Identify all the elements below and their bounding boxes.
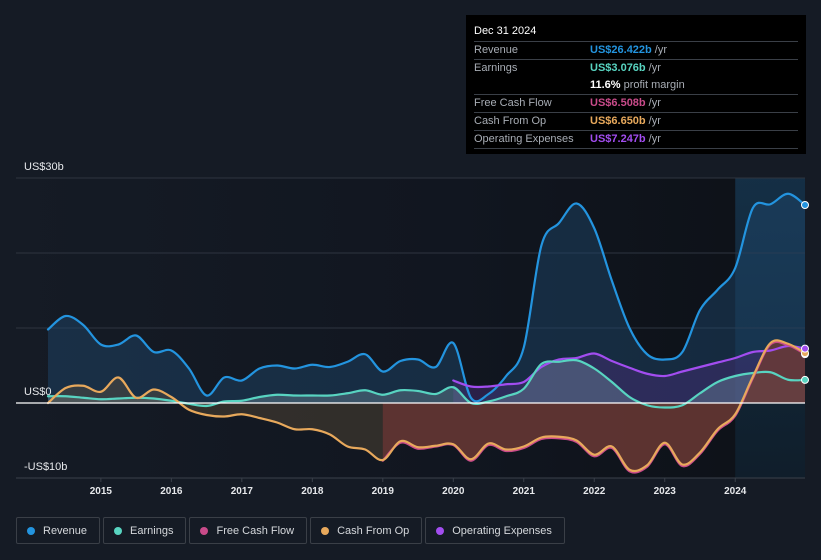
legend-item-cash-from-op[interactable]: Cash From Op (310, 517, 423, 544)
x-tick-label: 2024 (724, 486, 747, 497)
tooltip-row-profit-margin: 11.6% profit margin (474, 77, 798, 95)
tooltip-unit: /yr (654, 44, 667, 56)
profit-margin-text: profit margin (623, 79, 685, 91)
tooltip-unit: /yr (648, 133, 661, 145)
x-tick-label: 2018 (301, 486, 324, 497)
legend-item-free-cash-flow[interactable]: Free Cash Flow (189, 517, 308, 544)
legend-label: Operating Expenses (452, 524, 552, 537)
tooltip-unit: /yr (648, 97, 661, 109)
legend-label: Earnings (130, 524, 174, 537)
x-tick-label: 2019 (372, 486, 395, 497)
y-axis-label: US$30b (24, 161, 64, 173)
tooltip: Dec 31 2024 Revenue US$26.422b /yr Earni… (466, 15, 806, 154)
x-tick-label: 2022 (583, 486, 606, 497)
tooltip-date: Dec 31 2024 (474, 23, 798, 42)
tooltip-unit: /yr (648, 62, 661, 74)
tooltip-label: Cash From Op (474, 115, 547, 127)
legend-label: Cash From Op (337, 524, 410, 537)
x-tick-label: 2015 (90, 486, 113, 497)
tooltip-label: Earnings (474, 62, 518, 74)
tooltip-value: US$7.247b (590, 133, 646, 145)
y-axis-label: -US$10b (24, 461, 67, 473)
legend-dot-icon (27, 526, 35, 535)
x-tick-label: 2021 (513, 486, 536, 497)
legend: Revenue Earnings Free Cash Flow Cash Fro… (16, 517, 565, 544)
tooltip-value: US$3.076b (590, 62, 646, 74)
tooltip-value: US$6.650b (590, 115, 646, 127)
tooltip-row-opex: Operating Expenses US$7.247b /yr (474, 131, 798, 149)
legend-dot-icon (436, 526, 445, 535)
y-axis-label: US$0 (24, 386, 52, 398)
legend-item-operating-expenses[interactable]: Operating Expenses (425, 517, 565, 544)
x-tick-label: 2023 (654, 486, 677, 497)
tooltip-row-fcf: Free Cash Flow US$6.508b /yr (474, 95, 798, 113)
earnings-end-marker (801, 375, 809, 384)
tooltip-row-revenue: Revenue US$26.422b /yr (474, 42, 798, 60)
revenue-end-marker (801, 201, 809, 209)
legend-dot-icon (114, 526, 123, 535)
tooltip-label: Free Cash Flow (474, 97, 552, 109)
legend-item-earnings[interactable]: Earnings (103, 517, 187, 544)
x-tick-label: 2017 (231, 486, 254, 497)
tooltip-value: US$6.508b (590, 97, 646, 109)
tooltip-label: Operating Expenses (474, 133, 574, 145)
operating-expenses-end-marker (801, 344, 809, 353)
tooltip-label: Revenue (474, 44, 519, 56)
x-tick-label: 2016 (160, 486, 183, 497)
tooltip-label (474, 77, 590, 94)
legend-item-revenue[interactable]: Revenue (16, 517, 101, 544)
tooltip-value: US$26.422b (590, 44, 652, 56)
profit-margin-value: 11.6% (590, 79, 621, 91)
legend-dot-icon (200, 526, 209, 535)
legend-label: Revenue (43, 524, 88, 537)
x-tick-label: 2020 (442, 486, 465, 497)
legend-label: Free Cash Flow (216, 524, 295, 537)
tooltip-row-earnings: Earnings US$3.076b /yr (474, 60, 798, 77)
tooltip-unit: /yr (648, 115, 661, 127)
legend-dot-icon (321, 526, 330, 535)
tooltip-row-cfo: Cash From Op US$6.650b /yr (474, 113, 798, 131)
